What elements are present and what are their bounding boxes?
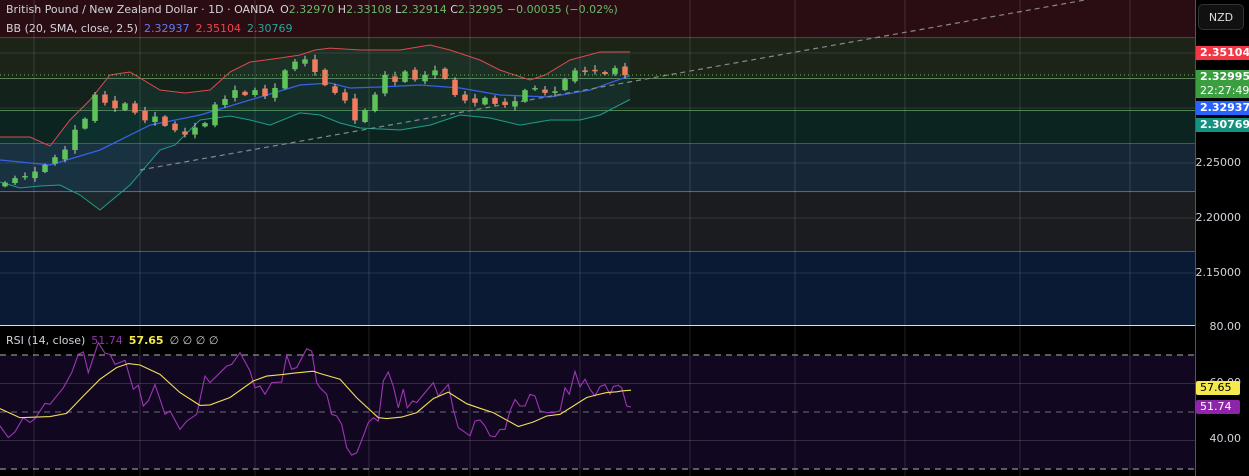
candle-body xyxy=(302,59,308,64)
candle-body xyxy=(382,74,388,94)
candle-body xyxy=(542,89,548,93)
candle-body xyxy=(222,98,228,105)
candle-body xyxy=(392,76,398,82)
candle-body xyxy=(92,94,98,121)
candle-body xyxy=(272,87,278,98)
candle-body xyxy=(572,70,578,82)
bb-upper-label: 2.35104 xyxy=(1196,46,1249,60)
rsi-label[interactable]: RSI (14, close) xyxy=(6,334,85,347)
bb-basis-label: 2.32937 xyxy=(1196,101,1249,115)
countdown-label: 22:27:49 xyxy=(1196,84,1249,98)
candle-body xyxy=(132,103,138,113)
rsi-ma-label: 57.65 xyxy=(1196,381,1240,395)
bb-lower-value: 2.30769 xyxy=(246,22,293,35)
price-tick: 2.25000 xyxy=(1195,156,1242,169)
candle-body xyxy=(232,90,238,98)
rsi-legend: RSI (14, close) 51.74 57.65 ∅ ∅ ∅ ∅ xyxy=(6,334,218,347)
candle-body xyxy=(112,100,118,109)
candle-body xyxy=(482,97,488,105)
bb-legend: BB (20, SMA, close, 2.5) 2.32937 2.35104… xyxy=(6,22,292,35)
candle-body xyxy=(102,94,108,103)
candle-body xyxy=(562,79,568,91)
candle-body xyxy=(332,86,338,93)
symbol-legend: British Pound / New Zealand Dollar · 1D … xyxy=(6,3,618,16)
candle-body xyxy=(342,92,348,101)
candle-body xyxy=(582,70,588,72)
candle-body xyxy=(452,79,458,96)
candle-body xyxy=(32,171,38,179)
candle-body xyxy=(512,101,518,107)
candle-body xyxy=(372,94,378,111)
candle-body xyxy=(22,175,28,178)
candle-body xyxy=(592,69,598,72)
candle-body xyxy=(462,94,468,101)
candle-body xyxy=(62,149,68,160)
rsi-ma-value: 57.65 xyxy=(128,334,164,347)
candle-body xyxy=(622,66,628,76)
candle-body xyxy=(322,69,328,86)
bb-upper-value: 2.35104 xyxy=(195,22,241,35)
candle-body xyxy=(472,98,478,103)
candle-body xyxy=(402,71,408,82)
candle-body xyxy=(12,178,18,184)
rsi-empty-values: ∅ ∅ ∅ ∅ xyxy=(169,334,219,347)
candle-body xyxy=(422,74,428,82)
candle-body xyxy=(122,103,128,110)
candle-body xyxy=(432,70,438,76)
rsi-tick: 80.00 xyxy=(1209,320,1242,333)
rsi-tick: 40.00 xyxy=(1209,432,1242,445)
candle-body xyxy=(292,61,298,70)
bb-label[interactable]: BB (20, SMA, close, 2.5) xyxy=(6,22,138,35)
candle-body xyxy=(442,68,448,79)
candle-body xyxy=(192,127,198,135)
candle-body xyxy=(172,123,178,131)
candle-body xyxy=(612,68,618,75)
candle-body xyxy=(152,116,158,123)
price-tick: 2.20000 xyxy=(1195,211,1242,224)
candle-body xyxy=(522,90,528,102)
ohlc-values: O2.32970 H2.33108 L2.32914 C2.32995 −0.0… xyxy=(280,3,618,16)
candle-body xyxy=(602,72,608,75)
candle-body xyxy=(242,91,248,96)
chart-canvas[interactable] xyxy=(0,0,1195,476)
candle-body xyxy=(552,91,558,93)
candle-body xyxy=(352,98,358,121)
candle-body xyxy=(312,59,318,72)
candle-body xyxy=(502,101,508,105)
bb-lower-label: 2.30769 xyxy=(1196,118,1249,132)
candle-body xyxy=(532,87,538,90)
candle-body xyxy=(72,129,78,151)
candle-body xyxy=(282,70,288,89)
zone-band xyxy=(0,251,1195,325)
candle-body xyxy=(2,182,8,187)
candle-body xyxy=(492,97,498,104)
rsi-value: 51.74 xyxy=(91,334,123,347)
rsi-label-axis: 51.74 xyxy=(1196,400,1240,414)
close-price-label: 2.32995 xyxy=(1196,70,1249,84)
candle-body xyxy=(42,164,48,173)
zone-band xyxy=(0,192,1195,252)
price-tick: 2.15000 xyxy=(1195,266,1242,279)
currency-button[interactable]: NZD xyxy=(1198,4,1244,30)
candle-body xyxy=(252,90,258,96)
candle-body xyxy=(202,123,208,127)
candle-body xyxy=(162,116,168,126)
candle-body xyxy=(182,131,188,135)
candle-body xyxy=(52,157,58,164)
zone-band xyxy=(0,143,1195,193)
symbol-title[interactable]: British Pound / New Zealand Dollar · 1D … xyxy=(6,3,274,16)
candle-body xyxy=(82,118,88,129)
candle-body xyxy=(212,104,218,126)
candle-body xyxy=(142,110,148,121)
candle-body xyxy=(262,88,268,97)
bb-basis-value: 2.32937 xyxy=(143,22,190,35)
candle-body xyxy=(362,109,368,122)
